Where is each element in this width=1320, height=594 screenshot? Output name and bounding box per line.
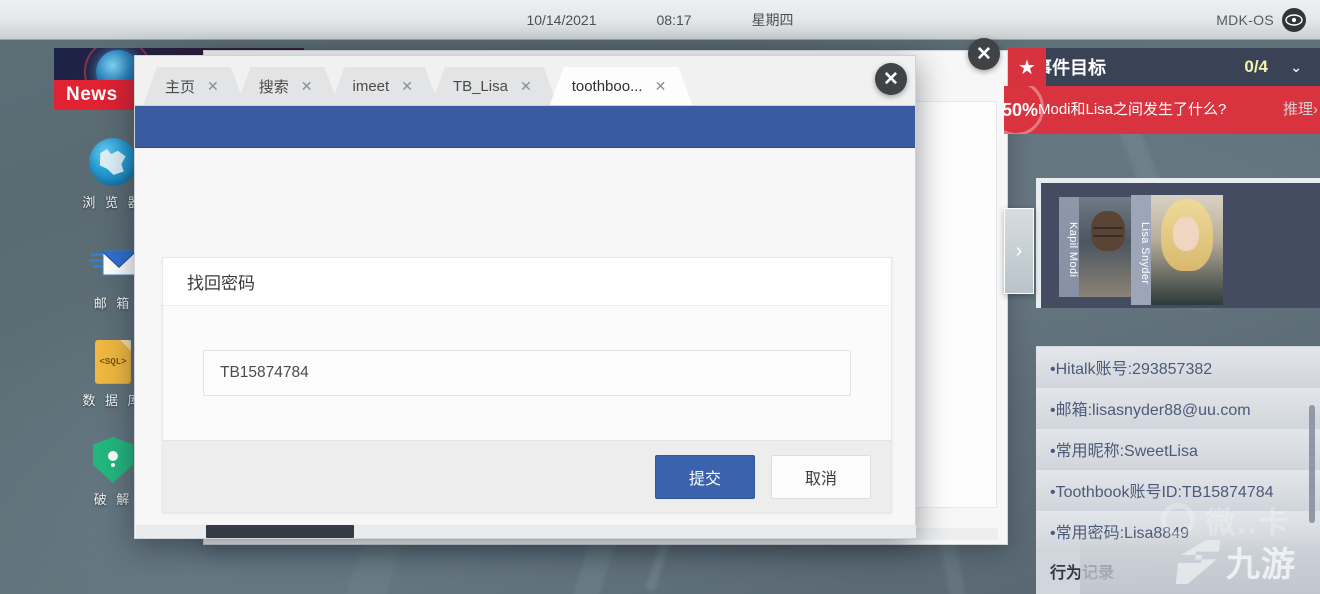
globe-icon (89, 138, 137, 186)
browser-tab-imeet[interactable]: imeet ✕ (331, 67, 439, 105)
system-time: 08:17 (657, 12, 692, 28)
character-info-panel: •Hitalk账号:293857382 •邮箱:lisasnyder88@uu.… (1036, 346, 1320, 594)
character-card-lisa[interactable]: Lisa Snyder (1131, 195, 1223, 305)
deduction-link[interactable]: 推理› (1283, 98, 1318, 119)
objective-count-badge: 0/4 (1244, 57, 1268, 77)
info-section-title: 行为记录 (1036, 552, 1320, 590)
tab-label: TB_Lisa (453, 78, 508, 95)
info-item: •常用昵称:SweetLisa (1036, 429, 1320, 470)
character-name: Lisa Snyder (1131, 195, 1151, 305)
star-icon: ★ (1008, 48, 1046, 86)
system-top-bar: 10/14/2021 08:17 星期四 MDK-OS (0, 0, 1320, 40)
browser-window: 主页 ✕ 搜索 ✕ imeet ✕ TB_Lisa ✕ toothboo... … (134, 55, 916, 539)
tab-label: toothboo... (572, 78, 643, 95)
system-os-group: MDK-OS (1216, 8, 1306, 32)
system-clock-group: 10/14/2021 08:17 星期四 (526, 10, 793, 30)
objective-row[interactable]: 50% Modi和Lisa之间发生了什么? 推理› (1004, 86, 1320, 134)
tab-label: 主页 (165, 76, 195, 97)
tab-close-icon[interactable]: ✕ (401, 79, 413, 93)
sql-tag-text: <SQL> (99, 357, 126, 367)
tab-close-icon[interactable]: ✕ (655, 79, 667, 93)
database-file-icon: <SQL> (95, 340, 131, 384)
tab-label: imeet (353, 78, 390, 95)
tab-label: 搜索 (259, 76, 289, 97)
chevron-down-icon[interactable]: ⌄ (1290, 59, 1302, 76)
dialog-footer: 提交 取消 (163, 440, 891, 512)
mail-icon (89, 239, 137, 287)
eye-logo-icon (1282, 8, 1306, 32)
objective-description: Modi和Lisa之间发生了什么? (1038, 102, 1246, 118)
info-item-partial: 声明内容1:1... (1036, 590, 1320, 594)
os-name-label: MDK-OS (1216, 12, 1274, 28)
panel-expand-toggle[interactable]: › (1004, 208, 1034, 294)
tab-close-icon[interactable]: ✕ (301, 79, 313, 93)
browser-tab-home[interactable]: 主页 ✕ (143, 67, 245, 105)
info-item: •邮箱:lisasnyder88@uu.com (1036, 388, 1320, 429)
scrollbar-thumb[interactable] (206, 525, 354, 538)
character-card-strip: Kapil Modi Lisa Snyder (1036, 178, 1320, 308)
tab-close-icon[interactable]: ✕ (520, 79, 532, 93)
submit-button[interactable]: 提交 (655, 455, 755, 499)
info-item: •Hitalk账号:293857382 (1036, 347, 1320, 388)
browser-tab-toothbook[interactable]: toothboo... ✕ (550, 67, 693, 105)
screen-root: 10/14/2021 08:17 星期四 MDK-OS News 浏 览 器 (0, 0, 1320, 594)
cancel-button[interactable]: 取消 (771, 455, 871, 499)
site-header-bar (135, 106, 915, 148)
system-weekday: 星期四 (752, 10, 794, 30)
game-hud: ★ 事件目标 0/4 ⌄ 50% Modi和Lisa之间发生了什么? 推理› ›… (1004, 48, 1320, 594)
info-item: •常用密码:Lisa8849 (1036, 511, 1320, 552)
shield-key-icon (93, 437, 133, 483)
info-item: •Toothbook账号ID:TB15874784 (1036, 470, 1320, 511)
account-id-input[interactable]: TB15874784 (203, 350, 851, 396)
browser-horizontal-scrollbar[interactable] (136, 525, 916, 538)
tab-close-icon[interactable]: ✕ (207, 79, 219, 93)
browser-tab-tb-lisa[interactable]: TB_Lisa ✕ (431, 67, 558, 105)
browser-page-body: 找回密码 TB15874784 提交 取消 (135, 149, 915, 524)
background-window-close-icon[interactable]: ✕ (968, 38, 1000, 70)
browser-tab-search[interactable]: 搜索 ✕ (237, 67, 339, 105)
system-date: 10/14/2021 (526, 12, 596, 28)
character-card-modi[interactable]: Kapil Modi (1059, 197, 1133, 297)
character-portrait (1079, 197, 1133, 297)
info-panel-scrollbar[interactable] (1309, 405, 1315, 523)
browser-close-icon[interactable]: ✕ (875, 63, 907, 95)
character-portrait (1151, 195, 1223, 305)
browser-tabstrip: 主页 ✕ 搜索 ✕ imeet ✕ TB_Lisa ✕ toothboo... … (135, 56, 915, 106)
objective-header: ★ 事件目标 0/4 ⌄ (1020, 48, 1320, 86)
dialog-body: TB15874784 (163, 306, 891, 440)
character-name: Kapil Modi (1059, 197, 1079, 297)
recover-password-dialog: 找回密码 TB15874784 提交 取消 (162, 257, 892, 513)
dialog-title: 找回密码 (163, 258, 891, 306)
